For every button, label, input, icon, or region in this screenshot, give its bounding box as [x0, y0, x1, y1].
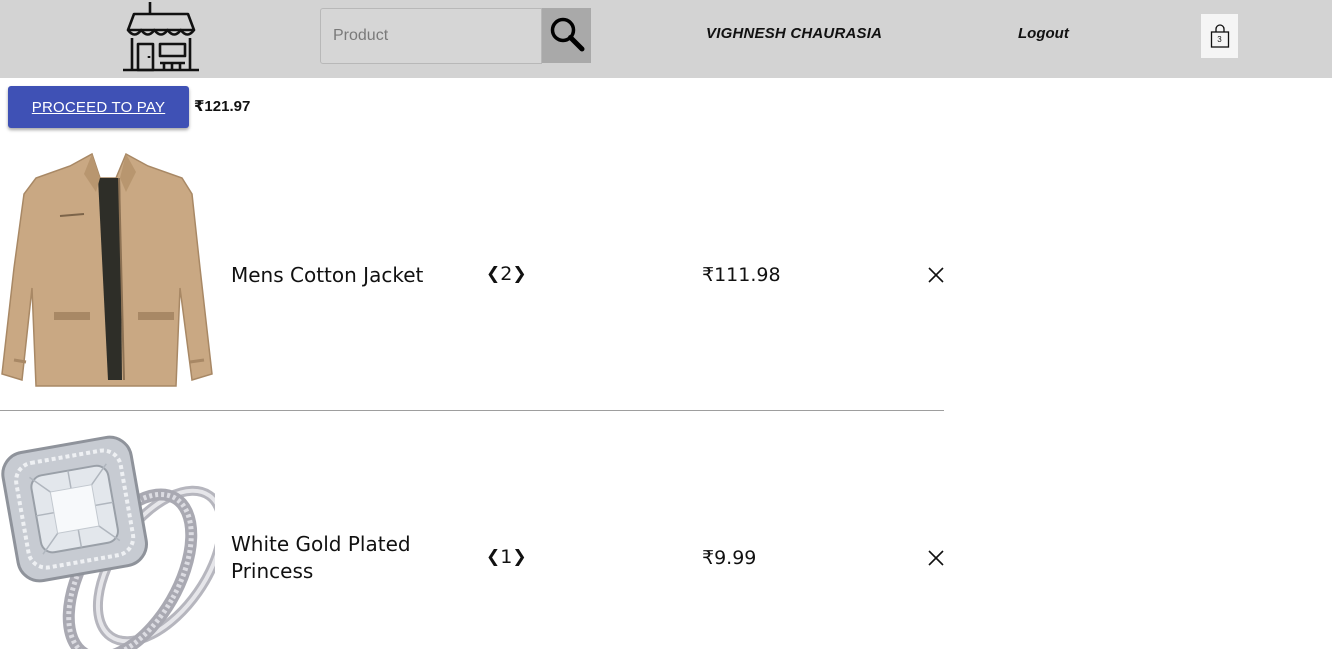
cart-count-badge: 3 — [1217, 35, 1222, 44]
proceed-to-pay-button[interactable]: PROCEED TO PAY — [8, 86, 189, 128]
user-name: VIGHNESH CHAURASIA — [706, 25, 883, 42]
increase-quantity-button[interactable]: ❯ — [512, 264, 526, 284]
cart-total: ₹121.97 — [194, 98, 251, 115]
ring-photo — [0, 426, 228, 654]
quantity-stepper: ❮ 1 ❯ — [486, 546, 527, 568]
close-icon — [928, 267, 944, 287]
decrease-quantity-button[interactable]: ❮ — [486, 547, 500, 567]
item-price: ₹9.99 — [702, 547, 757, 569]
product-search-input[interactable] — [320, 8, 542, 64]
quantity-value: 2 — [500, 263, 513, 285]
quantity-value: 1 — [500, 546, 513, 568]
logout-link[interactable]: Logout — [1018, 25, 1069, 42]
item-price: ₹111.98 — [702, 264, 781, 286]
item-name: White Gold Plated Princess — [231, 532, 411, 583]
increase-quantity-button[interactable]: ❯ — [512, 547, 526, 567]
close-icon — [928, 550, 944, 570]
item-name: Mens Cotton Jacket — [231, 263, 424, 287]
remove-item-button[interactable] — [928, 267, 944, 283]
remove-item-button[interactable] — [928, 550, 944, 566]
cart-button[interactable]: 3 — [1201, 14, 1238, 58]
jacket-photo — [0, 148, 215, 392]
decrease-quantity-button[interactable]: ❮ — [486, 264, 500, 284]
item-divider — [0, 410, 944, 411]
storefront-logo-icon[interactable] — [120, 0, 202, 74]
top-navbar: VIGHNESH CHAURASIA Logout 3 — [0, 0, 1332, 78]
search-button[interactable] — [542, 8, 591, 63]
magnifier-icon — [548, 15, 586, 56]
quantity-stepper: ❮ 2 ❯ — [486, 263, 527, 285]
